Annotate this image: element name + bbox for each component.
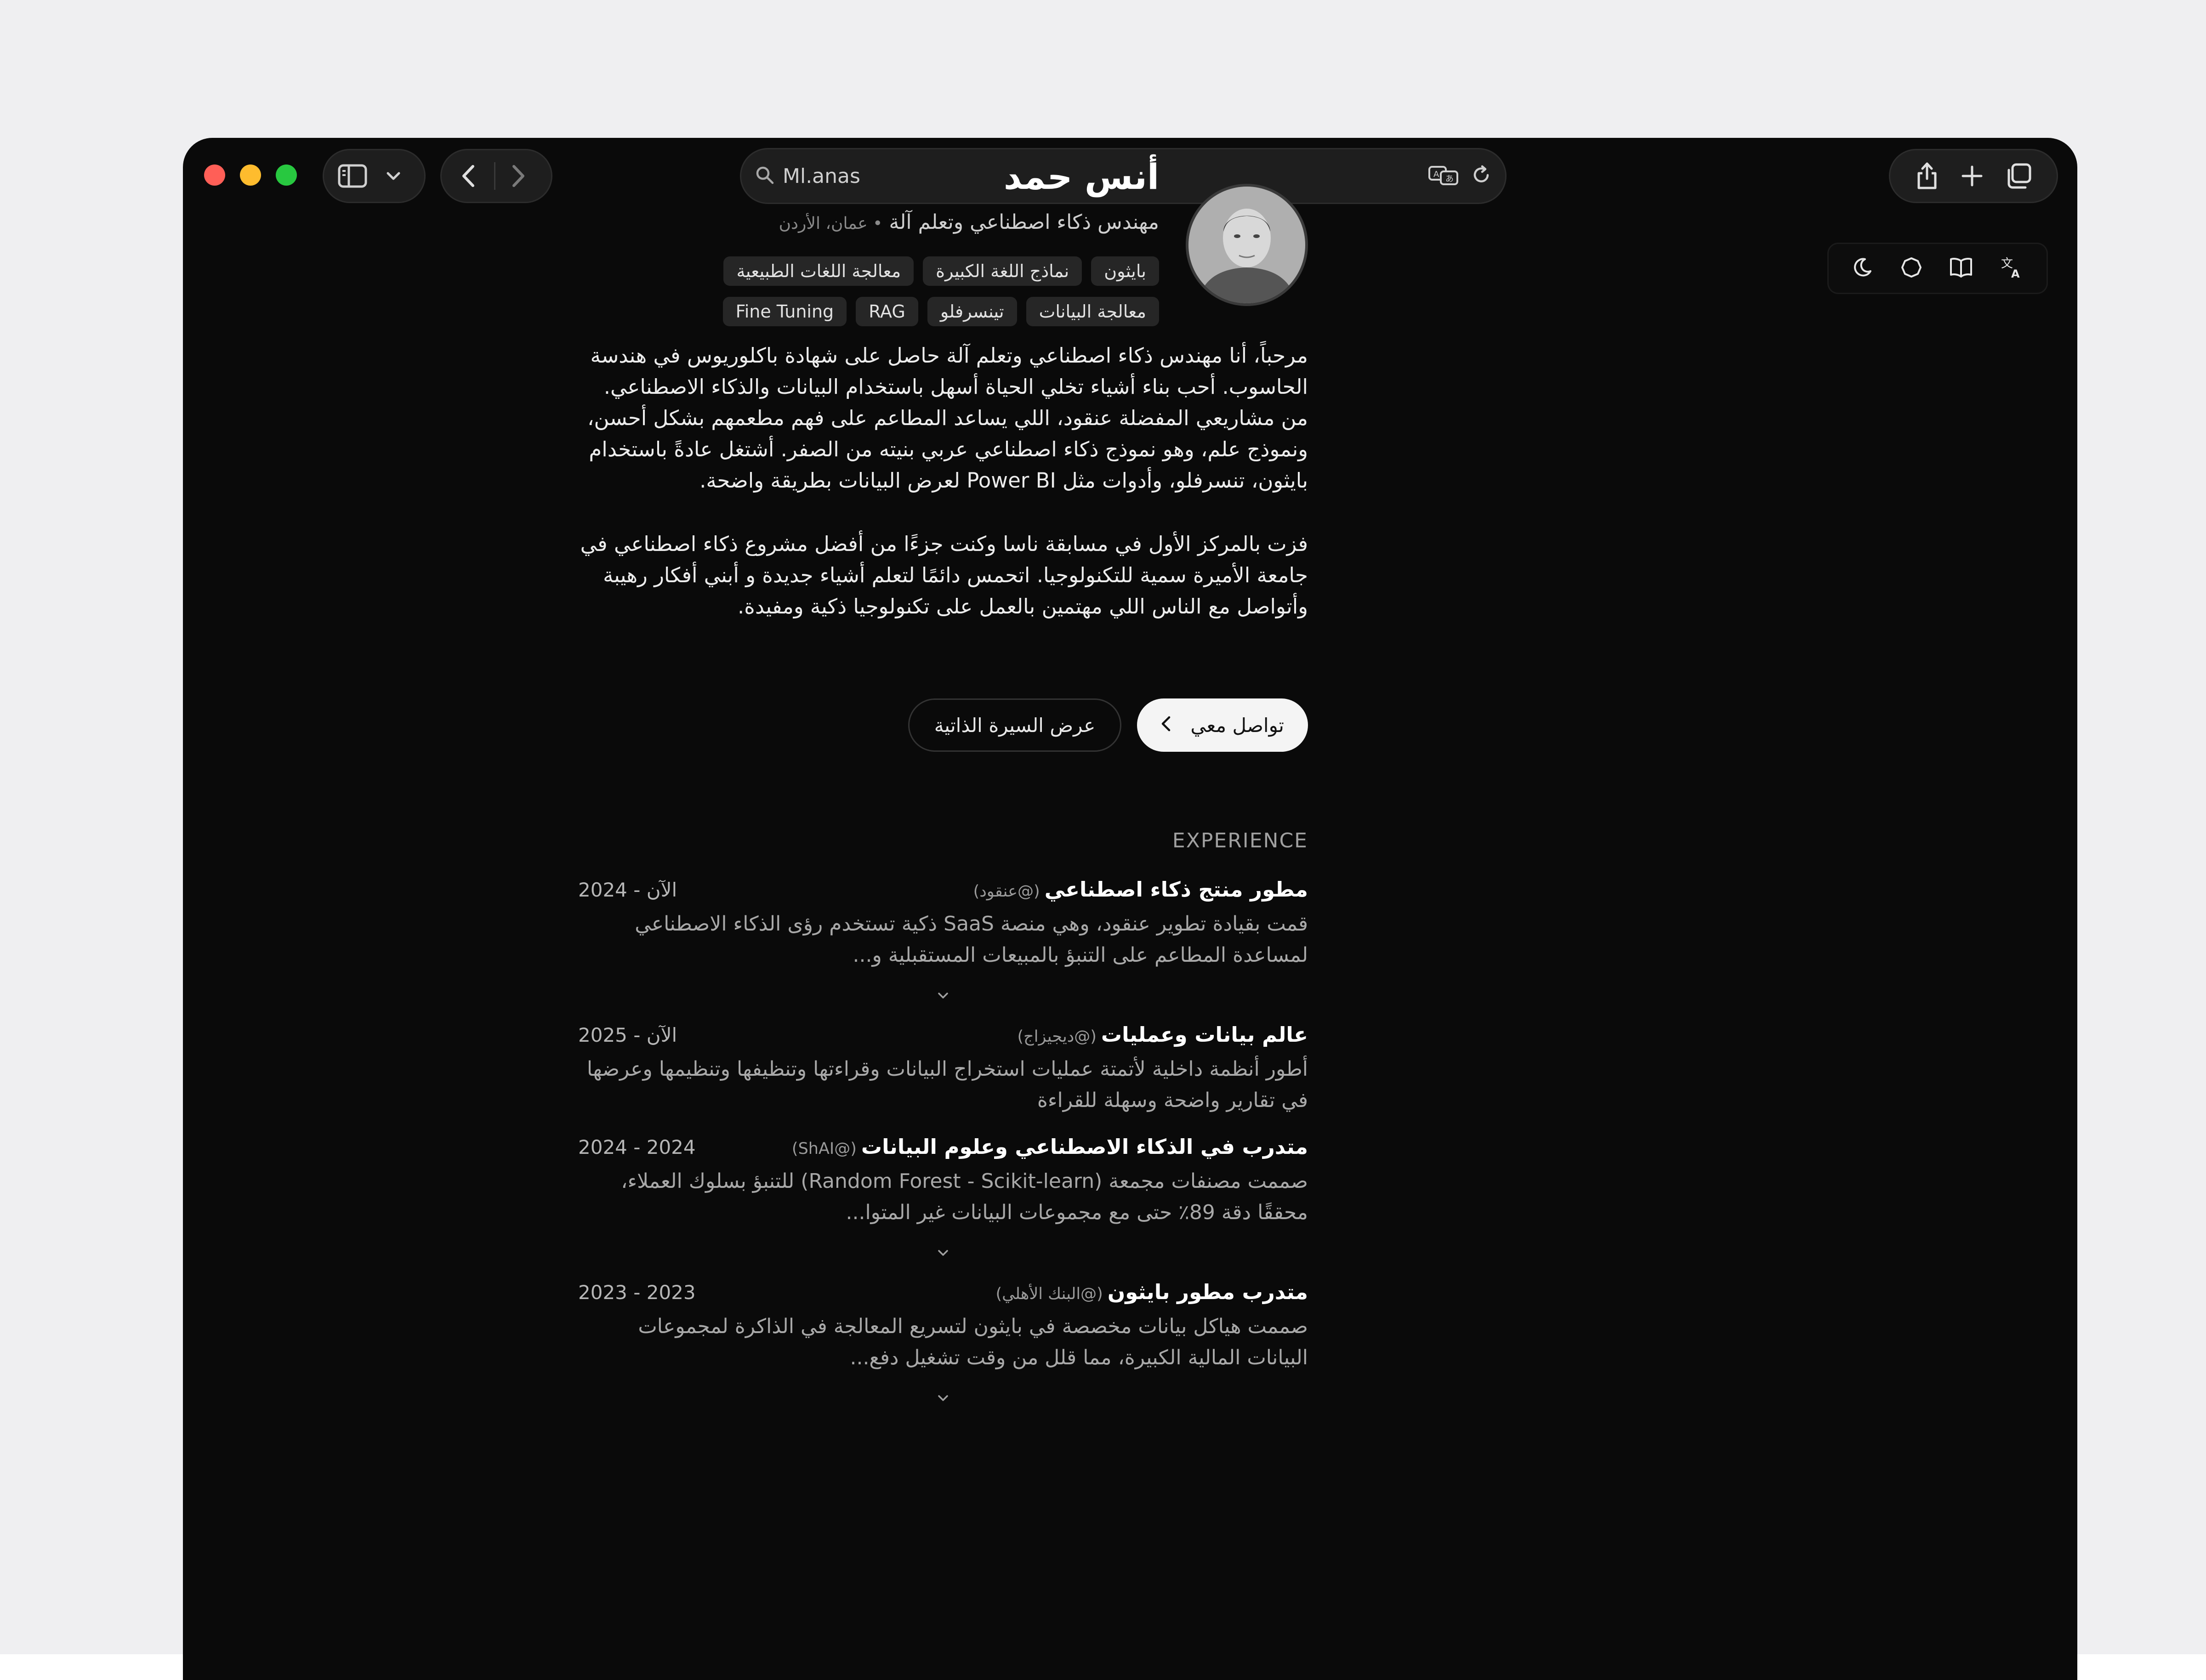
experience-item: عالم بيانات وعمليات(@ديجيزاج) 2025 - الآ… xyxy=(578,1022,1308,1116)
job-company: (@ShAI) xyxy=(791,1140,857,1158)
page-toolbox: 文A xyxy=(1827,243,2048,294)
job-date: 2025 - الآن xyxy=(578,1024,677,1046)
job-title: عالم بيانات وعمليات xyxy=(1101,1022,1308,1047)
svg-text:A: A xyxy=(2011,267,2020,279)
skill-tags: بايثون نماذج اللغة الكبيرة معالجة اللغات… xyxy=(704,256,1159,326)
skill-tag: RAG xyxy=(856,297,918,326)
experience-list: مطور منتج ذكاء اصطناعي(@عنقود) 2024 - ال… xyxy=(578,877,1308,1425)
job-title: مطور منتج ذكاء اصطناعي xyxy=(1044,877,1308,902)
expand-button[interactable] xyxy=(578,1228,1308,1280)
skill-tag: نماذج اللغة الكبيرة xyxy=(923,256,1082,286)
nav-separator xyxy=(494,162,495,190)
avatar xyxy=(1186,184,1308,306)
skill-tag: Fine Tuning xyxy=(722,297,847,326)
fullscreen-window-button[interactable] xyxy=(276,165,297,186)
svg-text:あ: あ xyxy=(1445,174,1454,184)
skill-tag: بايثون xyxy=(1091,256,1159,286)
bio-paragraph: مرحباً، أنا مهندس ذكاء اصطناعي وتعلم آلة… xyxy=(587,343,1308,493)
profile-role: مهندس ذكاء اصطناعي وتعلم آلة xyxy=(889,210,1159,234)
job-description: صممت مصنفات مجمعة (Random Forest - Sciki… xyxy=(621,1169,1308,1224)
skill-tag: معالجة اللغات الطبيعية xyxy=(723,256,914,286)
experience-item: متدرب في الذكاء الاصطناعي وعلوم البيانات… xyxy=(578,1135,1308,1280)
navigation-control xyxy=(440,149,552,203)
job-company: (@البنك الأهلي) xyxy=(995,1285,1103,1303)
job-description: صممت هياكل بيانات مخصصة في بايثون لتسريع… xyxy=(638,1315,1308,1369)
experience-item: متدرب مطور بايثون(@البنك الأهلي) 2023 - … xyxy=(578,1280,1308,1425)
reload-icon[interactable] xyxy=(1471,165,1491,187)
share-icon[interactable] xyxy=(1915,161,1939,191)
contact-button[interactable]: تواصل معي xyxy=(1137,698,1308,752)
minimize-window-button[interactable] xyxy=(240,165,261,186)
job-title: متدرب في الذكاء الاصطناعي وعلوم البيانات xyxy=(861,1135,1308,1159)
job-date: 2023 - 2023 xyxy=(578,1281,696,1304)
contact-button-label: تواصل معي xyxy=(1190,714,1284,737)
experience-heading: EXPERIENCE xyxy=(1172,829,1308,852)
close-window-button[interactable] xyxy=(204,165,225,186)
expand-button[interactable] xyxy=(578,1374,1308,1425)
cta-buttons: تواصل معي عرض السيرة الذاتية xyxy=(578,698,1308,752)
forward-button[interactable] xyxy=(511,165,526,187)
portfolio-content: أنس حمد مهندس ذكاء اصطناعي وتعلم آلة • ع… xyxy=(578,138,1308,1425)
chevron-down-icon[interactable] xyxy=(936,991,950,1002)
job-date: 2024 - 2024 xyxy=(578,1136,696,1158)
job-date: 2024 - الآن xyxy=(578,879,677,901)
expand-button[interactable] xyxy=(578,971,1308,1022)
language-icon[interactable]: 文A xyxy=(2000,255,2024,281)
chevron-down-icon[interactable] xyxy=(936,1249,950,1260)
back-button[interactable] xyxy=(461,165,476,187)
browser-actions xyxy=(1889,149,2058,203)
profile-header: أنس حمد مهندس ذكاء اصطناعي وتعلم آلة • ع… xyxy=(578,138,1308,340)
job-description: أطور أنظمة داخلية لأتمتة عمليات استخراج … xyxy=(586,1057,1308,1112)
new-tab-icon[interactable] xyxy=(1961,165,1984,187)
skill-tag: تينسرفلو xyxy=(927,297,1017,326)
chevron-down-icon[interactable] xyxy=(386,170,401,182)
profile-subtitle: مهندس ذكاء اصطناعي وتعلم آلة • عمان، الأ… xyxy=(779,210,1159,234)
skill-tag: معالجة البيانات xyxy=(1026,297,1159,326)
reader-icon[interactable] xyxy=(1949,256,1973,280)
experience-item: مطور منتج ذكاء اصطناعي(@عنقود) 2024 - ال… xyxy=(578,877,1308,1022)
job-company: (@عنقود) xyxy=(973,882,1040,901)
bio-paragraph: فزت بالمركز الأول في مسابقة ناسا وكنت جز… xyxy=(580,532,1308,619)
profile-name: أنس حمد xyxy=(1003,156,1159,197)
profile-location: • عمان، الأردن xyxy=(779,214,883,233)
sidebar-control[interactable] xyxy=(323,149,426,203)
bio-section: مرحباً، أنا مهندس ذكاء اصطناعي وتعلم آلة… xyxy=(578,340,1308,622)
dark-mode-icon[interactable] xyxy=(1851,256,1873,280)
resume-button[interactable]: عرض السيرة الذاتية xyxy=(908,698,1122,752)
chevron-left-icon xyxy=(1161,714,1171,737)
theme-icon[interactable] xyxy=(1900,256,1922,280)
job-description: قمت بقيادة تطوير عنقود، وهي منصة SaaS ذك… xyxy=(635,912,1308,967)
svg-text:A: A xyxy=(1433,170,1439,179)
job-company: (@ديجيزاج) xyxy=(1017,1027,1097,1046)
translate-page-icon[interactable]: Aあ xyxy=(1428,164,1459,188)
resume-button-label: عرض السيرة الذاتية xyxy=(934,714,1096,737)
chevron-down-icon[interactable] xyxy=(936,1394,950,1405)
sidebar-icon[interactable] xyxy=(338,164,367,188)
job-title: متدرب مطور بايثون xyxy=(1107,1280,1308,1304)
tab-overview-icon[interactable] xyxy=(2005,163,2032,189)
